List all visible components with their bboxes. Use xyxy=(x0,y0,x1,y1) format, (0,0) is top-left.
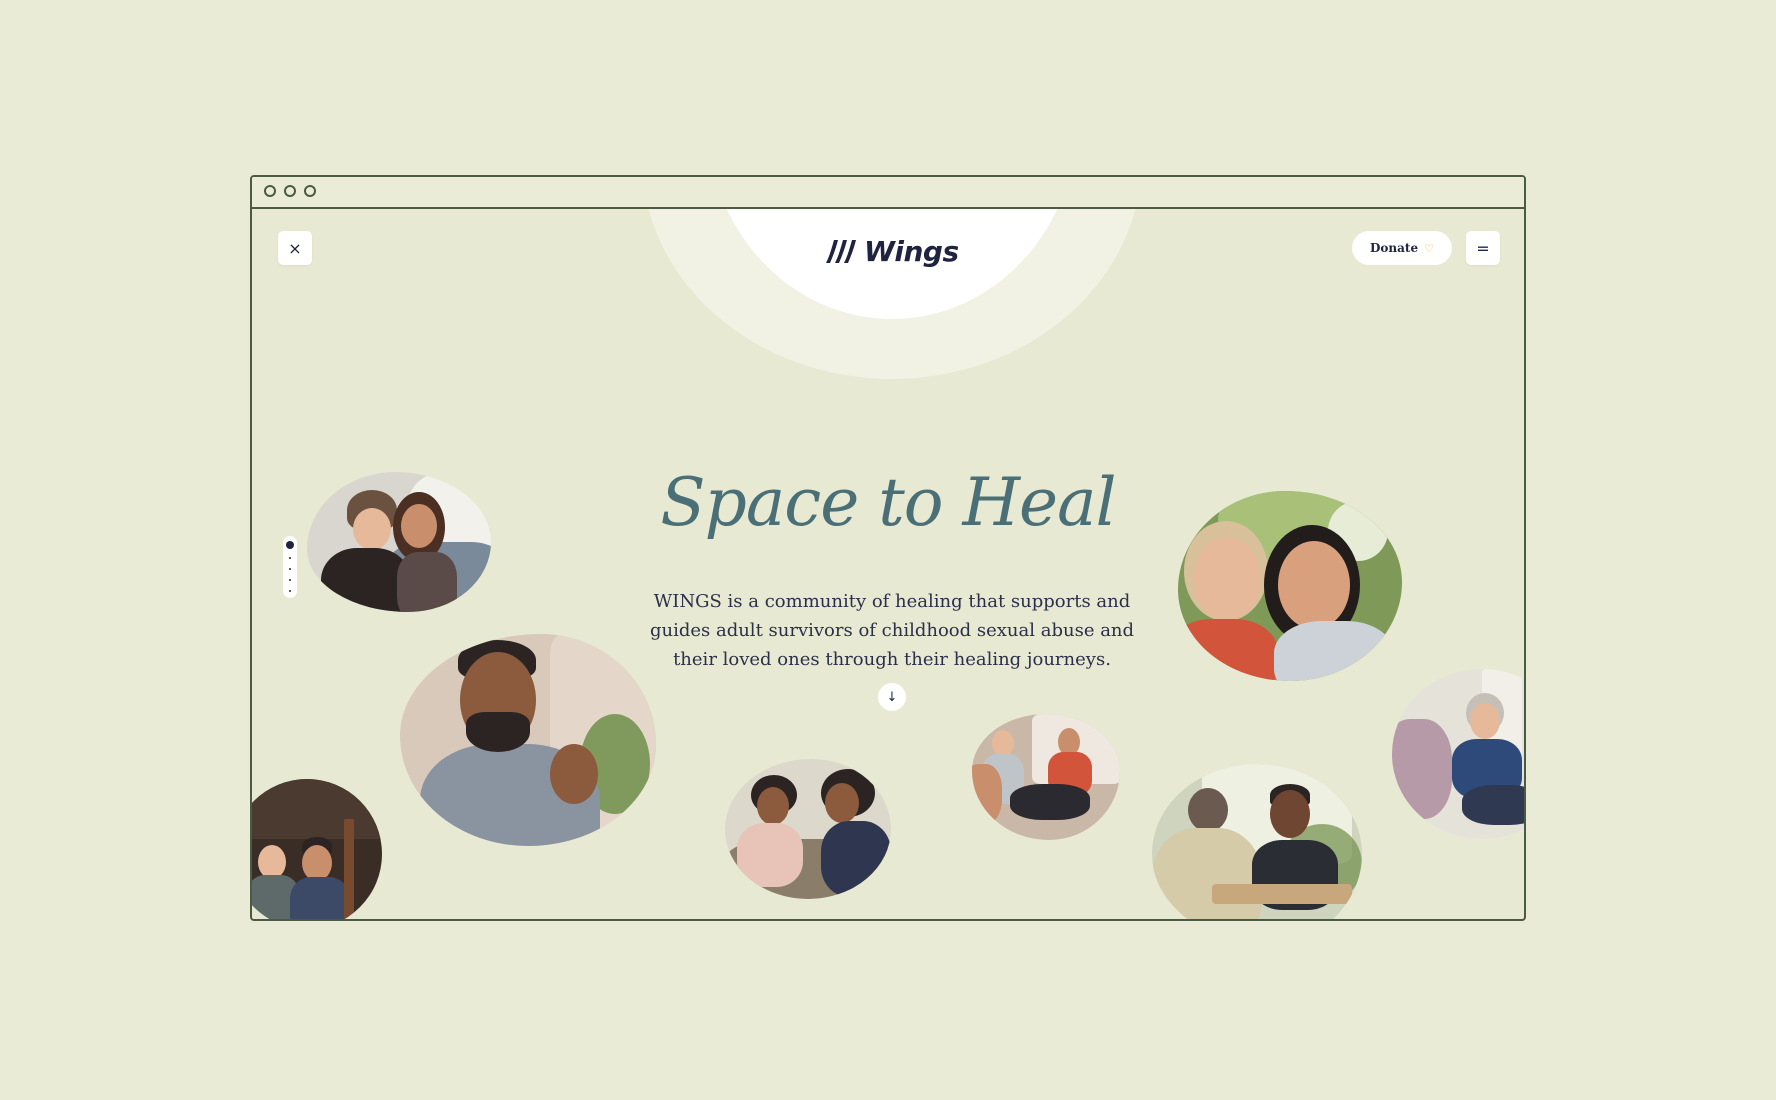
menu-button[interactable]: = xyxy=(1466,231,1500,265)
hero-description: WINGS is a community of healing that sup… xyxy=(649,591,1135,670)
pager-dot[interactable] xyxy=(289,590,291,592)
site-logo[interactable]: Wings xyxy=(822,231,959,271)
women-conversation-photo xyxy=(725,759,891,899)
hero-title-highlight: Heal xyxy=(962,464,1116,541)
pager-dot[interactable] xyxy=(289,568,291,570)
man-with-glasses-photo xyxy=(400,634,656,846)
heart-icon: ♡ xyxy=(1424,241,1434,255)
window-dot-icon[interactable] xyxy=(284,185,296,197)
two-women-smiling-photo xyxy=(1178,491,1402,681)
logo-text: Wings xyxy=(864,234,959,268)
browser-titlebar xyxy=(252,177,1524,209)
window-dot-icon[interactable] xyxy=(264,185,276,197)
group-circle-photo xyxy=(972,714,1120,840)
pager-dot[interactable] xyxy=(289,557,291,559)
pager-dot[interactable] xyxy=(289,579,291,581)
close-button[interactable]: × xyxy=(278,231,312,265)
hero-title-part1: Space to xyxy=(660,464,943,541)
two-men-talking-photo xyxy=(1152,764,1362,919)
wings-logo-icon xyxy=(822,237,858,265)
scroll-down-button[interactable]: ↓ xyxy=(878,683,906,711)
hamburger-menu-icon: = xyxy=(1476,238,1490,258)
two-women-hugging-photo xyxy=(307,472,491,612)
pager-dot-active[interactable] xyxy=(286,541,294,549)
close-icon: × xyxy=(288,238,302,258)
slide-pager xyxy=(283,536,297,598)
two-men-sitting-photo xyxy=(252,779,382,919)
support-group-photo xyxy=(1392,669,1524,839)
donate-label: Donate xyxy=(1370,241,1419,255)
donate-button[interactable]: Donate ♡ xyxy=(1352,231,1452,265)
page-viewport: Wings × Donate ♡ = Space to Heal WINGS i… xyxy=(252,209,1524,919)
browser-window: Wings × Donate ♡ = Space to Heal WINGS i… xyxy=(250,175,1526,921)
arrow-down-icon: ↓ xyxy=(886,689,898,705)
window-dot-icon[interactable] xyxy=(304,185,316,197)
